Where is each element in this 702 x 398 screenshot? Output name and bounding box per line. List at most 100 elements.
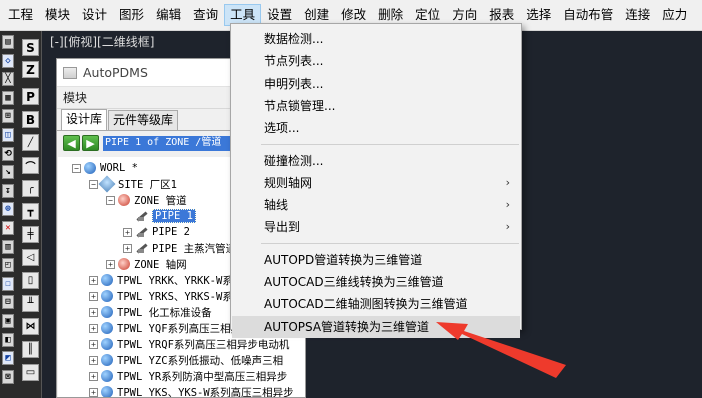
gasket-tool-icon[interactable]: ║: [22, 341, 39, 358]
tree-node-label: PIPE 1: [152, 209, 196, 223]
tools-menu-item[interactable]: 轴线 ›: [232, 194, 520, 216]
small-tool-icon-14[interactable]: ⊟: [2, 295, 14, 310]
menu-0[interactable]: 工程: [2, 4, 39, 26]
instrument-tool-icon[interactable]: ▭: [22, 364, 39, 381]
toolbar-button-s[interactable]: S: [22, 39, 39, 56]
viewport-label[interactable]: [-][俯视][二维线框]: [50, 33, 154, 50]
tools-menu-item[interactable]: 导出到 ›: [232, 216, 520, 238]
tools-menu-item[interactable]: AUTOPD管道转换为三维管道: [232, 249, 520, 271]
tree-node[interactable]: + TPWL YR系列防滴中型高压三相异步: [89, 368, 287, 384]
small-tool-icon-18[interactable]: ⊠: [2, 369, 14, 384]
expand-icon[interactable]: +: [123, 227, 132, 237]
expand-icon[interactable]: +: [123, 243, 132, 253]
menu-14[interactable]: 选择: [520, 4, 557, 26]
forward-arrow-icon[interactable]: ▶: [82, 135, 99, 151]
tree-node[interactable]: + TPWL YKS、YKS-W系列高压三相异步: [89, 384, 294, 397]
collapse-icon[interactable]: −: [89, 179, 98, 189]
tools-menu-item[interactable]: AUTOCAD三维线转换为三维管道: [232, 271, 520, 293]
small-tool-icon-0[interactable]: ▤: [2, 35, 14, 49]
tee-tool-icon[interactable]: ┳: [22, 203, 39, 220]
tools-menu-item[interactable]: 规则轴网 ›: [232, 172, 520, 194]
small-tool-icon-16[interactable]: ◧: [2, 332, 14, 347]
tree-node-label: TPWL 化工标准设备: [117, 306, 212, 319]
toolbar-button-p[interactable]: P: [22, 88, 39, 105]
menu-1[interactable]: 模块: [39, 4, 76, 26]
tools-menu-item[interactable]: AUTOCAD二维轴测图转换为三维管道: [232, 293, 520, 315]
small-tool-icon-13[interactable]: ☐: [2, 276, 14, 291]
menu-separator: [261, 143, 519, 145]
support-tool-icon[interactable]: ╨: [22, 295, 39, 312]
small-tool-icon-3[interactable]: ▦: [2, 90, 14, 105]
menu-5[interactable]: 查询: [187, 4, 224, 26]
small-tool-icon-8[interactable]: ↧: [2, 183, 14, 198]
line-tool-icon[interactable]: ╱: [22, 134, 39, 151]
tree-node[interactable]: + TPWL 化工标准设备: [89, 304, 212, 320]
expand-icon[interactable]: +: [89, 291, 98, 301]
tab-design-library[interactable]: 设计库: [61, 109, 108, 130]
menu-4[interactable]: 编辑: [150, 4, 187, 26]
small-tool-icon-10[interactable]: ✕: [2, 220, 14, 235]
expand-icon[interactable]: +: [89, 339, 98, 349]
menu-16[interactable]: 连接: [619, 4, 656, 26]
tree-node[interactable]: − SITE 厂区1: [89, 175, 177, 193]
menu-3[interactable]: 图形: [113, 4, 150, 26]
small-tool-icon-12[interactable]: ◰: [2, 258, 14, 273]
globe-icon: [101, 370, 113, 382]
tools-menu-item[interactable]: 节点锁管理...: [232, 95, 520, 117]
expand-icon[interactable]: +: [106, 259, 115, 269]
menu-2[interactable]: 设计: [76, 4, 113, 26]
small-tool-icon-7[interactable]: ↘: [2, 165, 14, 180]
small-tool-icon-6[interactable]: ⟲: [2, 146, 14, 161]
small-tool-icon-2[interactable]: ╳: [2, 72, 14, 87]
tools-menu-item-label: 申明列表...: [264, 76, 324, 91]
back-arrow-icon[interactable]: ◀: [63, 135, 80, 151]
flange-tool-icon[interactable]: ╪: [22, 226, 39, 243]
tree-node[interactable]: + TPWL YRKK、YRKK-W系列: [89, 272, 243, 288]
expand-icon[interactable]: +: [89, 323, 98, 333]
tree-node-label: PIPE 2: [152, 226, 190, 238]
valve-tool-icon[interactable]: ⋈: [22, 318, 39, 335]
toolbar-button-b[interactable]: B: [22, 111, 39, 128]
cap-tool-icon[interactable]: ▯: [22, 272, 39, 289]
small-tool-icon-17[interactable]: ◩: [2, 351, 14, 366]
reducer-tool-icon[interactable]: ◁: [22, 249, 39, 266]
small-tool-icon-5[interactable]: ◫: [2, 127, 14, 142]
tree-node[interactable]: +PIPE 1: [123, 208, 196, 224]
tree-node[interactable]: − WORL *: [72, 160, 138, 176]
small-tool-icon-4[interactable]: ⊞: [2, 109, 14, 124]
tab-component-spec-library[interactable]: 元件等级库: [108, 110, 179, 130]
tree-node[interactable]: + TPWL YZC系列低振动、低噪声三相: [89, 352, 283, 368]
tools-menu-item[interactable]: 数据检测...: [232, 28, 520, 50]
tools-menu-item[interactable]: 选项...: [232, 117, 520, 139]
tree-node[interactable]: − ZONE 管道: [106, 192, 187, 208]
tree-node-label: TPWL YZC系列低振动、低噪声三相: [117, 354, 284, 367]
toolbar-button-z[interactable]: Z: [22, 61, 39, 78]
elbow-tool-icon[interactable]: ╭: [22, 180, 39, 197]
tools-menu-item[interactable]: 申明列表...: [232, 73, 520, 95]
menu-15[interactable]: 自动布管: [557, 4, 619, 26]
expand-icon[interactable]: +: [89, 355, 98, 365]
tree-node[interactable]: + PIPE 主蒸汽管道: [123, 240, 236, 256]
expand-icon[interactable]: +: [89, 275, 98, 285]
collapse-icon[interactable]: −: [106, 195, 115, 205]
small-tool-icon-15[interactable]: ▣: [2, 313, 14, 328]
globe-icon: [101, 306, 113, 318]
collapse-icon[interactable]: −: [72, 163, 81, 173]
small-tool-icon-9[interactable]: ⊕: [2, 202, 14, 217]
zone-icon: [118, 258, 130, 270]
app-icon: [63, 66, 77, 79]
tools-menu-item[interactable]: 节点列表...: [232, 50, 520, 72]
tree-node[interactable]: + TPWL YRKS、YRKS-W系列: [89, 288, 243, 304]
small-tool-icon-1[interactable]: ◇: [2, 53, 14, 68]
expand-icon[interactable]: +: [89, 371, 98, 381]
expand-icon[interactable]: +: [89, 387, 98, 397]
expand-icon[interactable]: +: [89, 307, 98, 317]
tools-menu-item[interactable]: 碰撞检测...: [232, 150, 520, 172]
tree-node[interactable]: + TPWL YRQF系列高压三相异步电动机: [89, 336, 289, 352]
arc-tool-icon[interactable]: ⌒: [22, 157, 39, 174]
tree-node[interactable]: + ZONE 轴网: [106, 256, 187, 272]
menu-17[interactable]: 应力: [656, 4, 693, 26]
small-tool-icon-11[interactable]: ▥: [2, 239, 14, 254]
tools-menu-item[interactable]: AUTOPSA管道转换为三维管道: [232, 315, 520, 338]
tree-node[interactable]: + PIPE 2: [123, 224, 190, 240]
